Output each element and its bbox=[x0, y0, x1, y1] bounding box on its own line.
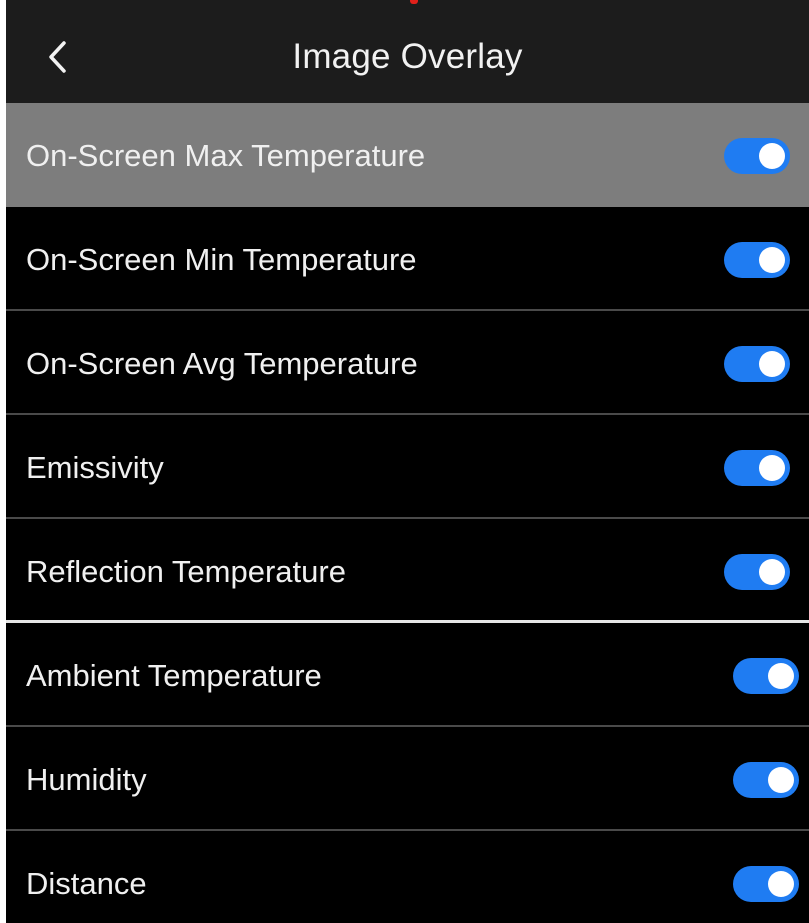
image-overlay-screen: Image Overlay On-Screen Max Temperature … bbox=[6, 0, 809, 923]
toggle-knob bbox=[768, 663, 794, 689]
toggle-knob bbox=[759, 247, 785, 273]
list-item-label: Humidity bbox=[26, 762, 147, 797]
toggle-knob bbox=[759, 559, 785, 585]
emissivity-toggle[interactable] bbox=[724, 450, 790, 486]
max-temperature-toggle[interactable] bbox=[724, 138, 790, 174]
settings-list: On-Screen Max Temperature On-Screen Min … bbox=[6, 103, 809, 923]
min-temperature-toggle[interactable] bbox=[724, 242, 790, 278]
list-item-avg-temperature[interactable]: On-Screen Avg Temperature bbox=[6, 311, 809, 415]
list-item-reflection-temperature[interactable]: Reflection Temperature bbox=[6, 519, 809, 623]
list-item-label: On-Screen Min Temperature bbox=[26, 242, 417, 277]
toggle-knob bbox=[759, 351, 785, 377]
list-item-distance[interactable]: Distance bbox=[6, 831, 809, 923]
list-item-label: On-Screen Avg Temperature bbox=[26, 346, 418, 381]
list-item-label: Reflection Temperature bbox=[26, 554, 346, 589]
toggle-knob bbox=[768, 871, 794, 897]
distance-toggle[interactable] bbox=[733, 866, 799, 902]
list-item-label: On-Screen Max Temperature bbox=[26, 138, 426, 173]
ambient-temperature-toggle[interactable] bbox=[733, 658, 799, 694]
list-item-max-temperature[interactable]: On-Screen Max Temperature bbox=[6, 103, 809, 207]
list-item-label: Distance bbox=[26, 866, 147, 901]
toggle-knob bbox=[759, 143, 785, 169]
list-item-label: Emissivity bbox=[26, 450, 164, 485]
avg-temperature-toggle[interactable] bbox=[724, 346, 790, 382]
list-item-ambient-temperature[interactable]: Ambient Temperature bbox=[6, 623, 809, 727]
list-item-min-temperature[interactable]: On-Screen Min Temperature bbox=[6, 207, 809, 311]
humidity-toggle[interactable] bbox=[733, 762, 799, 798]
list-item-humidity[interactable]: Humidity bbox=[6, 727, 809, 831]
reflection-temperature-toggle[interactable] bbox=[724, 554, 790, 590]
list-item-label: Ambient Temperature bbox=[26, 658, 322, 693]
page-title: Image Overlay bbox=[292, 37, 523, 76]
header-bar: Image Overlay bbox=[6, 0, 809, 103]
toggle-knob bbox=[759, 455, 785, 481]
list-item-emissivity[interactable]: Emissivity bbox=[6, 415, 809, 519]
status-indicator bbox=[410, 0, 418, 4]
toggle-knob bbox=[768, 767, 794, 793]
